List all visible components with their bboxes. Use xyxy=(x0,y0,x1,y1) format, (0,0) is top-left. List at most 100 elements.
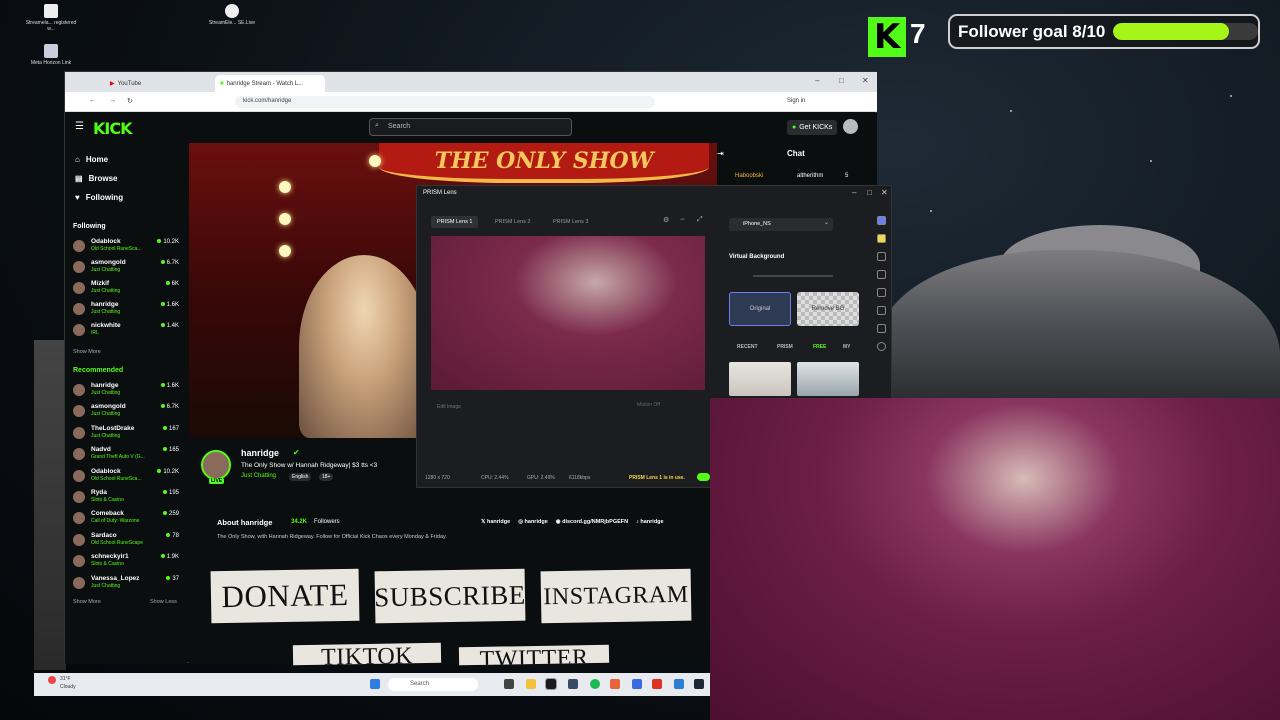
category-prism[interactable]: PRISM xyxy=(777,344,793,350)
subscribe-panel[interactable]: SUBSCRIBE xyxy=(374,568,526,624)
twitter-panel[interactable]: TWITTER xyxy=(458,644,610,666)
tab-prism-lens-2[interactable]: PRISM Lens 2 xyxy=(489,216,536,228)
sticker-icon[interactable] xyxy=(877,288,886,297)
steam-icon[interactable] xyxy=(694,679,704,689)
app-icon[interactable] xyxy=(652,679,662,689)
maximize-icon[interactable]: □ xyxy=(867,188,872,197)
chat-username[interactable]: Haboobski xyxy=(735,173,763,179)
tiktok-panel[interactable]: TIKTOK xyxy=(292,642,442,666)
donate-panel[interactable]: DONATE xyxy=(210,568,360,624)
device-select[interactable]: iPhone_NS xyxy=(729,218,833,231)
channel-item[interactable]: asmongold Just Chatting 6.7K xyxy=(73,403,183,423)
channel-item[interactable]: asmongold Just Chatting 6.7K xyxy=(73,259,183,279)
background-thumbnail[interactable] xyxy=(729,362,791,396)
category-my[interactable]: MY xyxy=(843,344,851,350)
channel-category: Just Chatting xyxy=(91,582,121,589)
desktop-icon-meta-horizon[interactable]: Meta Horizon Link xyxy=(22,44,80,66)
nav-following[interactable]: ♥ Following xyxy=(75,193,123,202)
tab-prism-lens-1[interactable]: PRISM Lens 1 xyxy=(431,216,479,228)
tag[interactable]: 18+ xyxy=(319,473,334,481)
channel-item[interactable]: Odablock Old School RuneSca... 10.2K xyxy=(73,468,183,488)
tag[interactable]: English xyxy=(289,473,312,481)
forward-icon[interactable]: → xyxy=(109,97,116,104)
task-view-icon[interactable] xyxy=(504,679,514,689)
instagram-link[interactable]: ◎ hanridge xyxy=(518,519,548,525)
taskbar-search[interactable]: Search xyxy=(388,678,478,691)
expand-icon[interactable]: ⤢ xyxy=(697,216,703,224)
original-option[interactable]: Original xyxy=(729,292,791,326)
collapse-chat-icon[interactable]: ⇥ xyxy=(717,149,724,158)
app-icon[interactable] xyxy=(568,679,578,689)
edit-image-button[interactable]: Edit Image xyxy=(437,404,461,410)
vscode-icon[interactable] xyxy=(674,679,684,689)
stream-category[interactable]: Just Chatting xyxy=(241,473,276,479)
user-avatar[interactable] xyxy=(843,119,858,134)
back-icon[interactable]: ← xyxy=(89,97,96,104)
channel-item[interactable]: Sardaco Old School RuneScape 78 xyxy=(73,532,183,552)
minimize-icon[interactable]: – xyxy=(815,76,819,85)
lens-toggle[interactable] xyxy=(697,473,710,481)
streamer-name[interactable]: hanridge xyxy=(241,448,279,458)
channel-item[interactable]: Odablock Old School RuneSca... 10.2K xyxy=(73,238,183,258)
streamer-avatar[interactable] xyxy=(201,450,231,480)
mirror-icon[interactable]: ⇔ xyxy=(679,216,686,223)
settings-icon[interactable]: ⚙ xyxy=(663,216,669,224)
blur-slider[interactable] xyxy=(753,275,833,277)
maximize-icon[interactable]: □ xyxy=(839,76,844,85)
url-field[interactable]: kick.com/hanridge xyxy=(235,96,655,108)
discord-link[interactable]: ◉ discord.gg/NMRjbPGEFN xyxy=(556,519,628,525)
x-link[interactable]: 𝕏 hanridge xyxy=(481,519,510,525)
browser-icon[interactable] xyxy=(610,679,620,689)
channel-item[interactable]: hanridge Just Chatting 1.6K xyxy=(73,301,183,321)
reload-icon[interactable]: ↻ xyxy=(127,97,133,105)
channel-item[interactable]: Vanessa_Lopez Just Chatting 37 xyxy=(73,575,183,595)
file-explorer-icon[interactable] xyxy=(526,679,536,689)
channel-item[interactable]: Mizkif Just Chatting 6K xyxy=(73,280,183,300)
person-icon[interactable] xyxy=(877,234,886,243)
sign-in-button[interactable]: Sign in xyxy=(787,98,805,104)
show-less-link[interactable]: Show Less xyxy=(150,599,177,605)
tab-youtube[interactable]: ▶ YouTube xyxy=(105,75,209,92)
close-icon[interactable]: ✕ xyxy=(881,188,888,197)
follower-goal-fill xyxy=(1113,23,1230,40)
remove-bg-option[interactable]: Remove BG xyxy=(797,292,859,326)
desktop-icon-streamelements[interactable]: Streamela... registered w... xyxy=(22,4,80,32)
channel-item[interactable]: nickwhite IRL 1.4K xyxy=(73,322,183,342)
app-icon[interactable] xyxy=(632,679,642,689)
minimize-icon[interactable]: – xyxy=(852,188,856,197)
show-more-link[interactable]: Show More xyxy=(73,599,101,605)
channel-item[interactable]: Nadvd Grand Theft Auto V (G... 165 xyxy=(73,446,183,466)
menu-icon[interactable]: ☰ xyxy=(75,121,84,132)
start-icon[interactable] xyxy=(370,679,380,689)
filter-icon[interactable] xyxy=(877,252,886,261)
adjust-icon[interactable] xyxy=(877,306,886,315)
channel-item[interactable]: schneckyir1 Slots & Casino 1.9K xyxy=(73,553,183,573)
effect-icon[interactable] xyxy=(877,270,886,279)
close-icon[interactable]: ✕ xyxy=(862,76,869,85)
spotify-icon[interactable] xyxy=(590,679,600,689)
category-free[interactable]: FREE xyxy=(813,344,826,350)
tab-prism-lens-3[interactable]: PRISM Lens 3 xyxy=(547,216,594,228)
tab-kick[interactable]: ■ hanridge Stream - Watch L... xyxy=(215,75,325,92)
more-icon[interactable] xyxy=(877,342,886,351)
nav-home[interactable]: ⌂ Home xyxy=(75,155,108,164)
channel-item[interactable]: hanridge Just Chatting 1.6K xyxy=(73,382,183,402)
show-more-link[interactable]: Show More xyxy=(73,349,101,355)
about-text: The Only Show, with Hannah Ridgeway. Fol… xyxy=(217,534,447,540)
nav-browse[interactable]: ▤ Browse xyxy=(75,174,117,183)
channel-item[interactable]: TheLostDrake Just Chatting 167 xyxy=(73,425,183,445)
layout-icon[interactable] xyxy=(877,324,886,333)
background-thumbnail[interactable] xyxy=(797,362,859,396)
kick-logo[interactable]: KICK xyxy=(93,119,132,138)
instagram-panel[interactable]: INSTAGRAM xyxy=(540,568,692,624)
get-kicks-button[interactable]: ● Get KICKs xyxy=(787,120,838,135)
camera-icon[interactable] xyxy=(877,216,886,225)
tiktok-link[interactable]: ♪ hanridge xyxy=(636,519,664,525)
search-input[interactable]: Search xyxy=(369,118,572,136)
motion-toggle[interactable]: Motion Off xyxy=(637,402,660,408)
desktop-icon-selive[interactable]: StreamEle... SE.Live xyxy=(203,4,261,26)
runelite-icon[interactable] xyxy=(545,678,557,690)
channel-item[interactable]: Ryda Slots & Casino 195 xyxy=(73,489,183,509)
channel-item[interactable]: Comeback Call of Duty: Warzone 259 xyxy=(73,510,183,530)
category-recent[interactable]: RECENT xyxy=(737,344,758,350)
